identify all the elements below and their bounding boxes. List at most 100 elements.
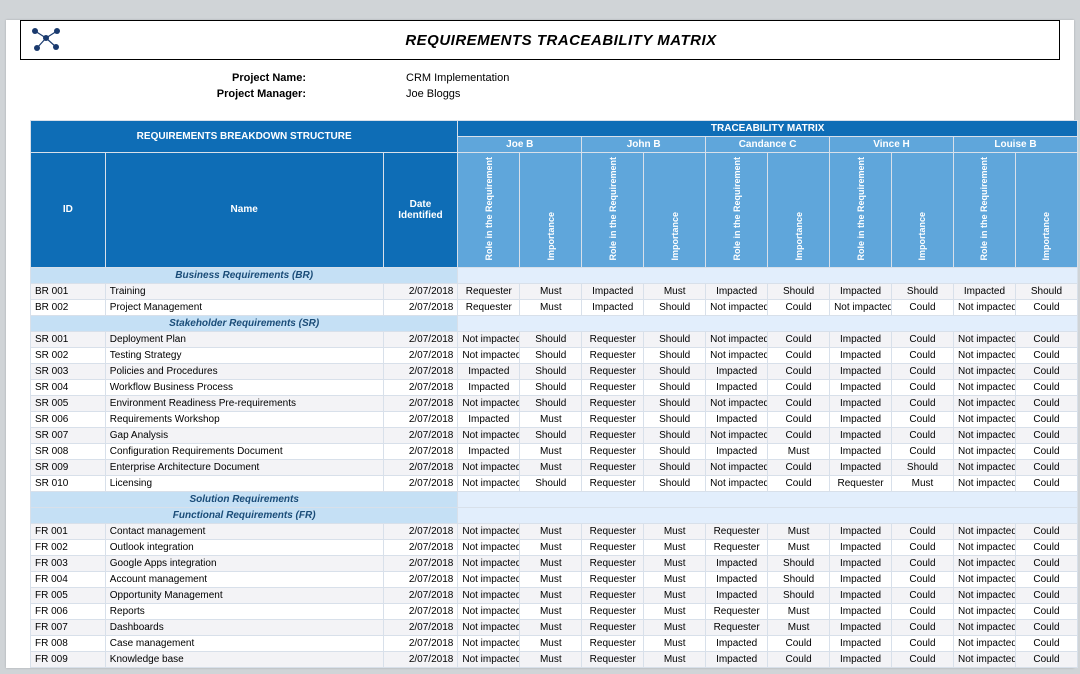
section-heading-filler <box>458 267 1078 283</box>
cell-value: Impacted <box>830 395 892 411</box>
table-row: SR 006Requirements Workshop2/07/2018Impa… <box>31 411 1078 427</box>
cell-value: Not impacted <box>953 363 1015 379</box>
cell-value: Not impacted <box>953 427 1015 443</box>
cell-value: Should <box>768 555 830 571</box>
cell-value: Impacted <box>830 539 892 555</box>
cell-value: Not impacted <box>953 331 1015 347</box>
cell-value: Impacted <box>458 443 520 459</box>
cell-value: Requester <box>582 571 644 587</box>
importance-column-header: Importance <box>768 153 830 268</box>
cell-value: Requester <box>582 411 644 427</box>
rbs-header: REQUIREMENTS BREAKDOWN STRUCTURE <box>31 121 458 153</box>
cell-value: Could <box>768 475 830 491</box>
cell-value: Should <box>768 283 830 299</box>
section-heading-filler <box>458 491 1078 507</box>
cell-value: Impacted <box>830 283 892 299</box>
cell-value: Should <box>892 283 954 299</box>
cell-value: Not impacted <box>458 651 520 667</box>
cell-name: Environment Readiness Pre-requirements <box>105 395 383 411</box>
cell-value: Could <box>1015 443 1077 459</box>
cell-name: Reports <box>105 603 383 619</box>
table-row: SR 003Policies and Procedures2/07/2018Im… <box>31 363 1078 379</box>
cell-value: Requester <box>582 363 644 379</box>
cell-value: Could <box>768 331 830 347</box>
cell-value: Could <box>768 299 830 315</box>
cell-value: Must <box>644 603 706 619</box>
cell-value: Must <box>644 651 706 667</box>
importance-column-header: Importance <box>520 153 582 268</box>
cell-date: 2/07/2018 <box>383 411 458 427</box>
cell-value: Could <box>1015 427 1077 443</box>
cell-value: Impacted <box>706 555 768 571</box>
cell-value: Not impacted <box>458 395 520 411</box>
cell-date: 2/07/2018 <box>383 427 458 443</box>
cell-value: Must <box>520 635 582 651</box>
cell-value: Should <box>644 475 706 491</box>
cell-date: 2/07/2018 <box>383 347 458 363</box>
cell-value: Impacted <box>706 571 768 587</box>
cell-value: Could <box>768 395 830 411</box>
cell-value: Requester <box>706 539 768 555</box>
role-column-header: Role in the Requirement <box>830 153 892 268</box>
cell-value: Could <box>892 427 954 443</box>
cell-date: 2/07/2018 <box>383 651 458 667</box>
cell-value: Impacted <box>458 411 520 427</box>
cell-value: Impacted <box>830 363 892 379</box>
role-column-header: Role in the Requirement <box>458 153 520 268</box>
cell-id: BR 001 <box>31 283 106 299</box>
cell-value: Must <box>644 555 706 571</box>
cell-value: Requester <box>582 539 644 555</box>
cell-id: FR 005 <box>31 587 106 603</box>
cell-value: Impacted <box>830 411 892 427</box>
cell-value: Must <box>520 555 582 571</box>
cell-value: Could <box>892 347 954 363</box>
cell-value: Not impacted <box>830 299 892 315</box>
cell-value: Should <box>520 363 582 379</box>
cell-value: Must <box>520 539 582 555</box>
importance-column-header: Importance <box>892 153 954 268</box>
cell-value: Must <box>520 459 582 475</box>
cell-date: 2/07/2018 <box>383 443 458 459</box>
cell-value: Impacted <box>706 283 768 299</box>
cell-value: Could <box>1015 571 1077 587</box>
cell-value: Requester <box>582 379 644 395</box>
cell-value: Should <box>520 331 582 347</box>
cell-value: Could <box>1015 363 1077 379</box>
cell-name: Outlook integration <box>105 539 383 555</box>
cell-value: Impacted <box>706 363 768 379</box>
cell-id: SR 007 <box>31 427 106 443</box>
cell-value: Could <box>1015 587 1077 603</box>
cell-value: Impacted <box>706 443 768 459</box>
cell-value: Could <box>768 363 830 379</box>
table-row: FR 008Case management2/07/2018Not impact… <box>31 635 1078 651</box>
cell-id: SR 003 <box>31 363 106 379</box>
cell-value: Not impacted <box>953 443 1015 459</box>
cell-value: Should <box>520 347 582 363</box>
importance-column-header: Importance <box>1015 153 1077 268</box>
cell-value: Must <box>520 651 582 667</box>
person-header: John B <box>582 137 706 153</box>
cell-value: Should <box>892 459 954 475</box>
cell-value: Not impacted <box>458 347 520 363</box>
cell-value: Could <box>1015 523 1077 539</box>
cell-name: Project Management <box>105 299 383 315</box>
cell-id: FR 009 <box>31 651 106 667</box>
cell-value: Could <box>892 379 954 395</box>
table-row: FR 004Account management2/07/2018Not imp… <box>31 571 1078 587</box>
cell-name: Dashboards <box>105 619 383 635</box>
cell-value: Could <box>768 379 830 395</box>
cell-date: 2/07/2018 <box>383 619 458 635</box>
cell-value: Impacted <box>830 347 892 363</box>
cell-value: Not impacted <box>953 395 1015 411</box>
cell-value: Not impacted <box>953 555 1015 571</box>
role-column-header: Role in the Requirement <box>953 153 1015 268</box>
cell-value: Could <box>892 651 954 667</box>
cell-name: Workflow Business Process <box>105 379 383 395</box>
cell-value: Not impacted <box>953 523 1015 539</box>
person-header: Vince H <box>830 137 954 153</box>
cell-value: Not impacted <box>706 459 768 475</box>
cell-id: FR 003 <box>31 555 106 571</box>
cell-id: FR 004 <box>31 571 106 587</box>
cell-value: Requester <box>582 331 644 347</box>
cell-value: Not impacted <box>458 571 520 587</box>
